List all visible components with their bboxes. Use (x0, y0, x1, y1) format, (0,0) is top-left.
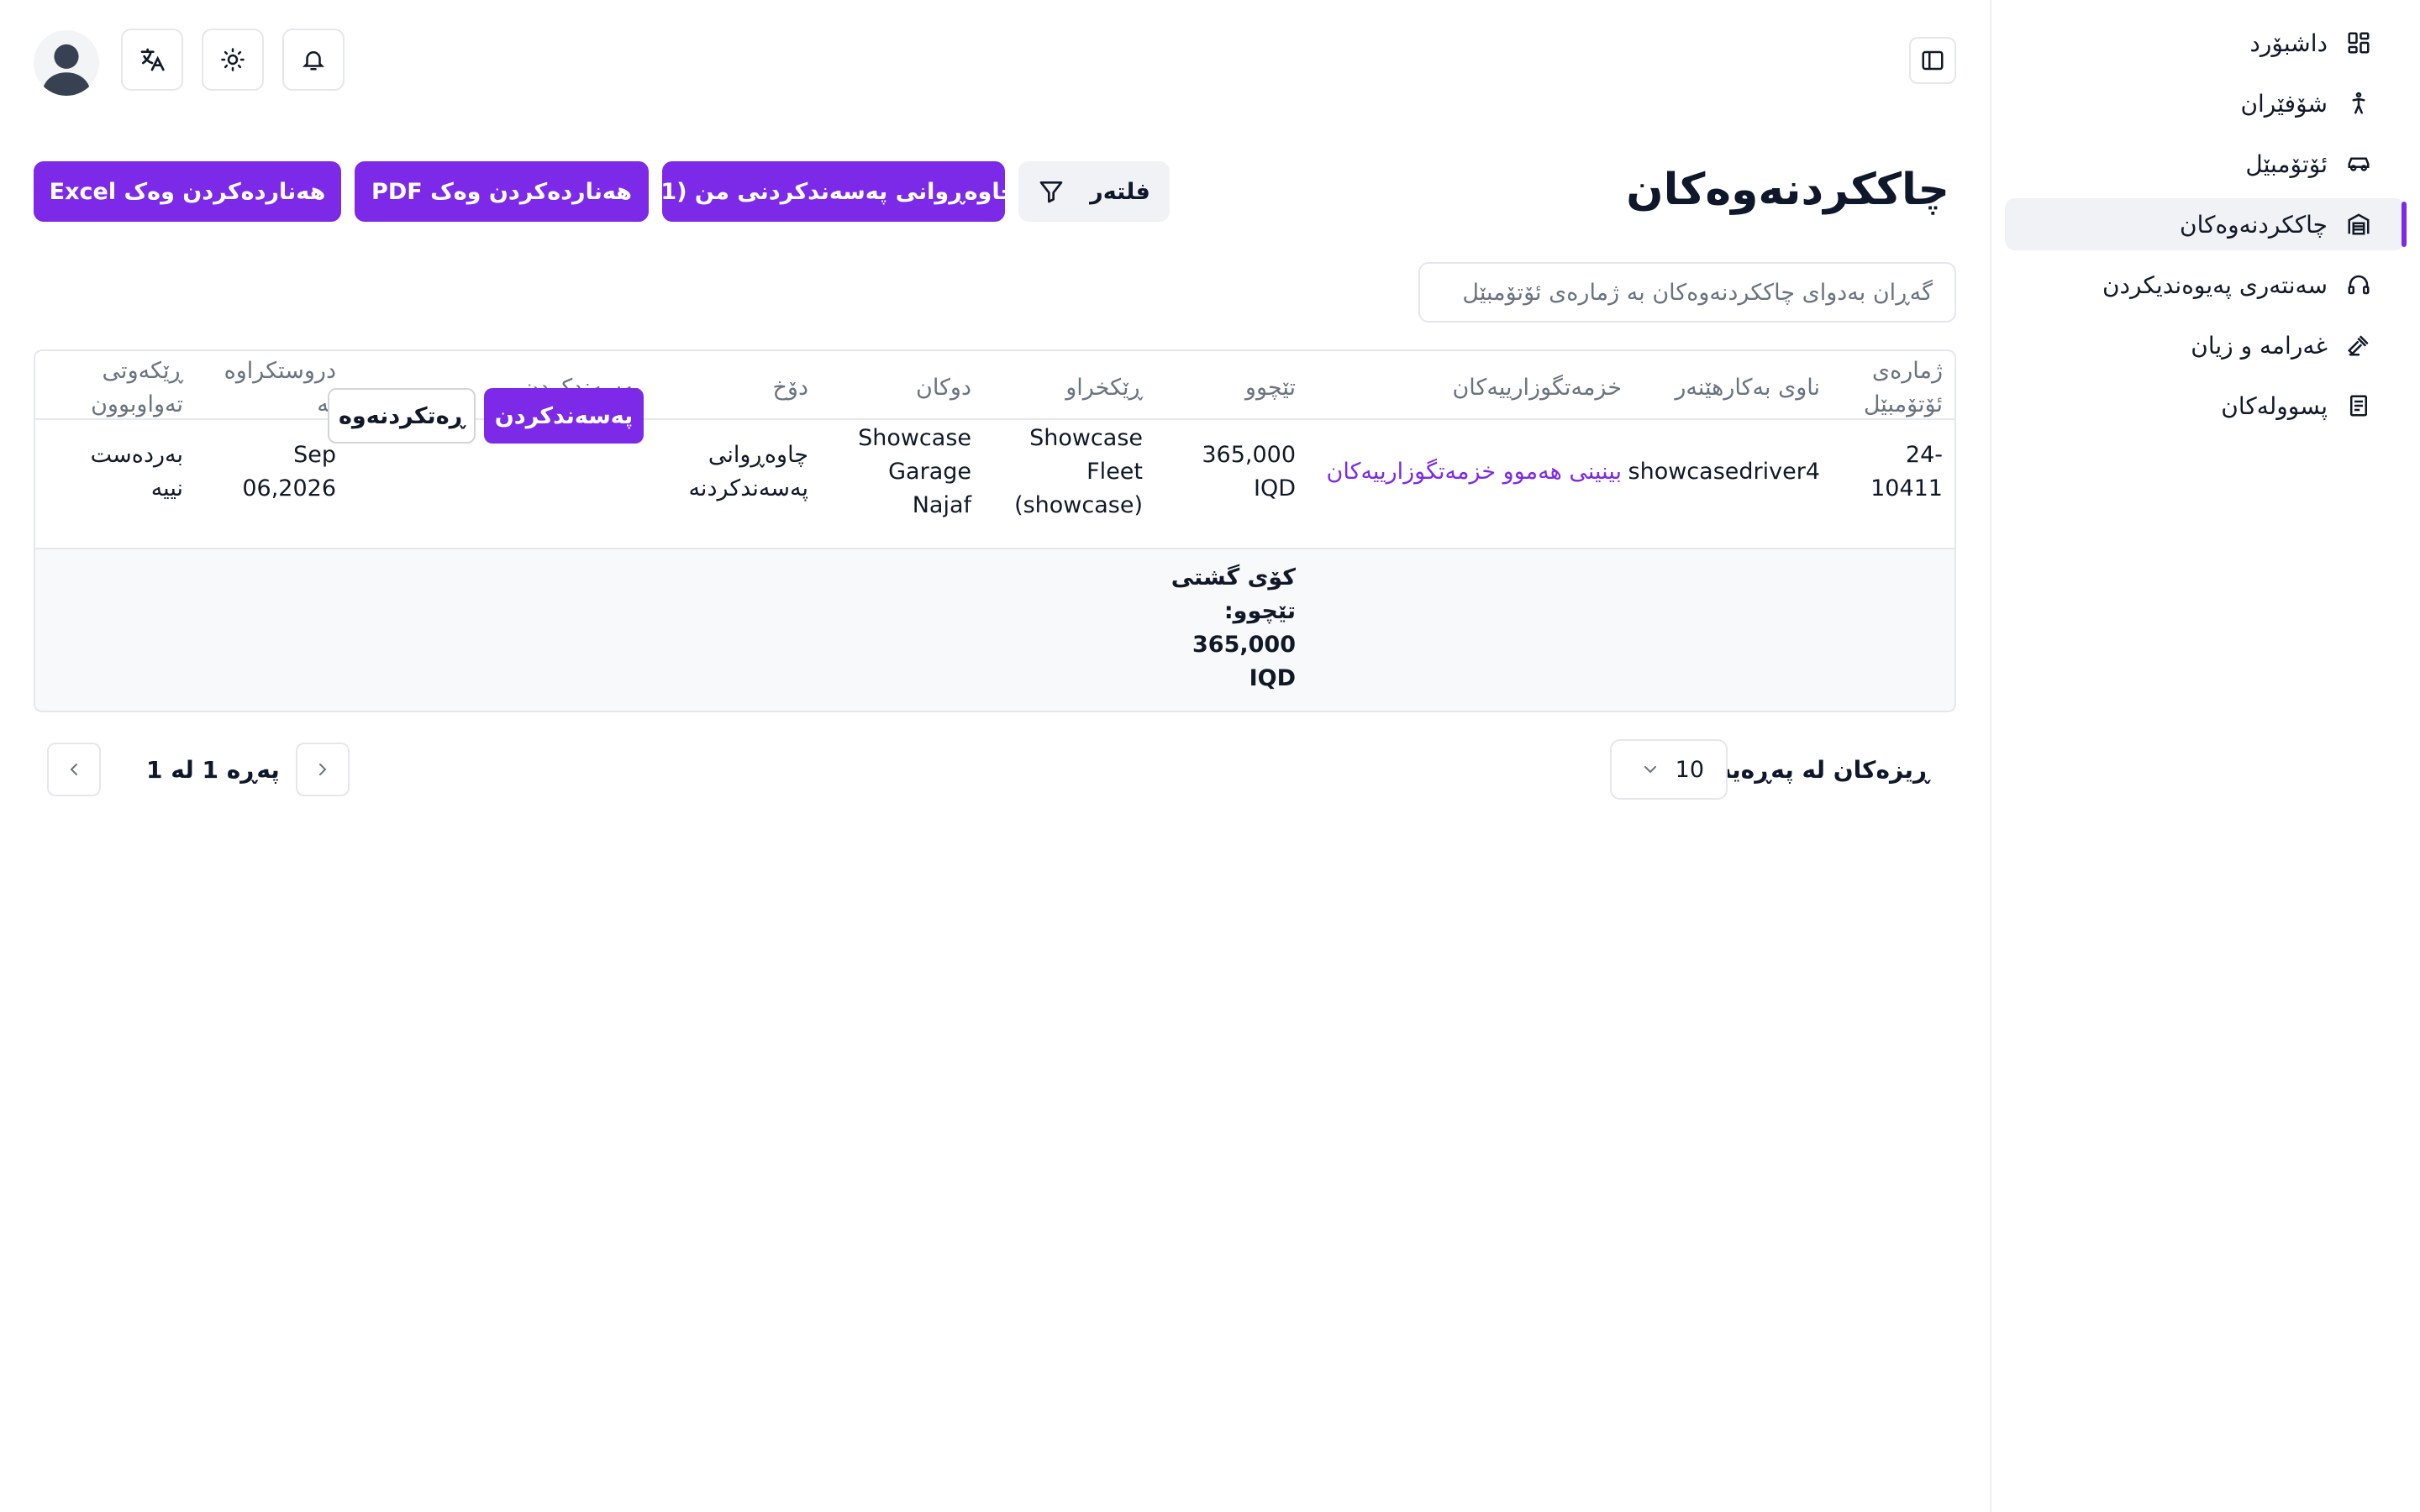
cell-completed: بەردەست نییە (90, 442, 183, 501)
sidebar-item-label: شۆفێران (2240, 89, 2328, 118)
cell-plate: 24-10411 (1870, 442, 1943, 501)
header-user: ناوی بەکارهێنەر (1675, 375, 1820, 401)
table-footer (35, 549, 1954, 711)
rows-per-page-select[interactable]: 10 (1610, 739, 1728, 800)
avatar[interactable] (34, 30, 99, 96)
header-divider (35, 418, 1954, 420)
language-button[interactable] (121, 29, 183, 91)
headset-icon (2346, 272, 2371, 297)
reject-button[interactable]: ڕەتکردنەوە (328, 388, 476, 444)
rows-per-page-label: ڕیزەکان لە پەڕەیەک (1693, 755, 1929, 784)
person-icon (2346, 91, 2371, 116)
header-created: دروستکراوە لە (224, 358, 336, 417)
sidebar-item-repairs[interactable]: چاککردنەوەکان (2005, 198, 2407, 250)
theme-toggle-button[interactable] (202, 29, 264, 91)
sun-icon (220, 47, 245, 72)
export-pdf-button[interactable]: هەناردەکردن وەک PDF (355, 161, 649, 222)
sidebar-item-drivers[interactable]: شۆفێران (2005, 77, 2405, 129)
gavel-icon (2346, 333, 2371, 358)
filter-icon (1038, 178, 1065, 205)
user-avatar-icon (37, 37, 96, 96)
header-cost: تێچوو (1244, 375, 1296, 401)
cell-created: Sep 06,2026 (242, 442, 336, 501)
sidebar-item-dashboard[interactable]: داشبۆرد (2005, 17, 2405, 69)
filter-label: فلتەر (1090, 178, 1150, 205)
page-title: چاککردنەوەکان (1626, 165, 1949, 215)
sidebar-item-label: سەنتەری پەیوەندیکردن (2102, 270, 2328, 299)
total-label: کۆی گشتی (1171, 564, 1296, 591)
chevron-down-icon (1640, 759, 1660, 780)
cell-shop: Showcase Garage Najaf (858, 425, 971, 518)
sidebar-item-contact-center[interactable]: سەنتەری پەیوەندیکردن (2005, 259, 2405, 311)
approve-button[interactable]: پەسەندکردن (484, 388, 644, 444)
export-excel-button[interactable]: هەناردەکردن وەک Excel (34, 161, 341, 222)
total-label-cost: تێچوو: (1223, 598, 1296, 624)
rows-per-page-value: 10 (1675, 756, 1704, 783)
filter-button[interactable]: فلتەر (1018, 161, 1170, 222)
view-services-link[interactable]: بینینی هەموو خزمەتگوزارییەکان (1286, 455, 1622, 489)
sidebar-item-fines[interactable]: غەرامە و زیان (2005, 319, 2405, 371)
header-plate: ژمارەی ئۆتۆمبێل (1863, 358, 1943, 417)
car-icon (2346, 151, 2371, 176)
sidebar-item-label: غەرامە و زیان (2191, 331, 2328, 360)
previous-page-button[interactable] (296, 743, 350, 796)
garage-icon (2346, 212, 2371, 237)
receipt-icon (2346, 393, 2371, 418)
translate-icon (139, 46, 166, 73)
sidebar-item-receipts[interactable]: پسوولەکان (2005, 380, 2405, 432)
header-date: ڕێکەوتی تەواوبوون (91, 358, 183, 417)
sidebar-item-label: ئۆتۆمبێل (2245, 150, 2328, 178)
pending-approval-button[interactable]: چاوەڕوانی پەسەندکردنی من (1) (650, 161, 1017, 222)
total-currency: IQD (1249, 665, 1296, 691)
sidebar-item-vehicles[interactable]: ئۆتۆمبێل (2005, 138, 2405, 190)
sidebar-item-label: داشبۆرد (2249, 29, 2328, 57)
bell-icon (301, 47, 326, 72)
total-cost: کۆی گشتی تێچوو: 365,000 IQD (1153, 561, 1296, 696)
repairs-table: ژمارەی ئۆتۆمبێل ناوی بەکارهێنەر خزمەتگوز… (34, 349, 1956, 712)
chevron-right-icon (313, 759, 333, 780)
next-page-button[interactable] (47, 743, 101, 796)
header-status: دۆخ (772, 375, 809, 401)
cell-user: showcasedriver4 (1628, 459, 1820, 485)
search-input[interactable] (1418, 262, 1956, 323)
cell-status: چاوەڕوانی پەسەندکردنە (688, 442, 808, 501)
notifications-button[interactable] (282, 29, 345, 91)
sidebar-panel-icon (1920, 48, 1945, 73)
sidebar-item-label: پسوولەکان (2221, 391, 2328, 420)
dashboard-icon (2346, 30, 2371, 55)
cell-cost: 365,000 IQD (1202, 442, 1296, 501)
sidebar-toggle-button[interactable] (1909, 37, 1956, 84)
header-services: خزمەتگوزارییەکان (1452, 375, 1622, 401)
chevron-left-icon (64, 759, 84, 780)
header-fleet: ڕێکخراو (1065, 375, 1143, 401)
sidebar: داشبۆرد شۆفێران ئۆتۆمبێل چاککردنەوەکان س… (1990, 0, 2420, 1512)
header-shop: دوکان (916, 375, 971, 401)
page-info: پەڕە 1 لە 1 (146, 755, 280, 784)
sidebar-item-label: چاککردنەوەکان (2180, 210, 2328, 239)
cell-fleet: Showcase Fleet (showcase) (1014, 425, 1143, 518)
total-value: 365,000 (1192, 632, 1296, 658)
